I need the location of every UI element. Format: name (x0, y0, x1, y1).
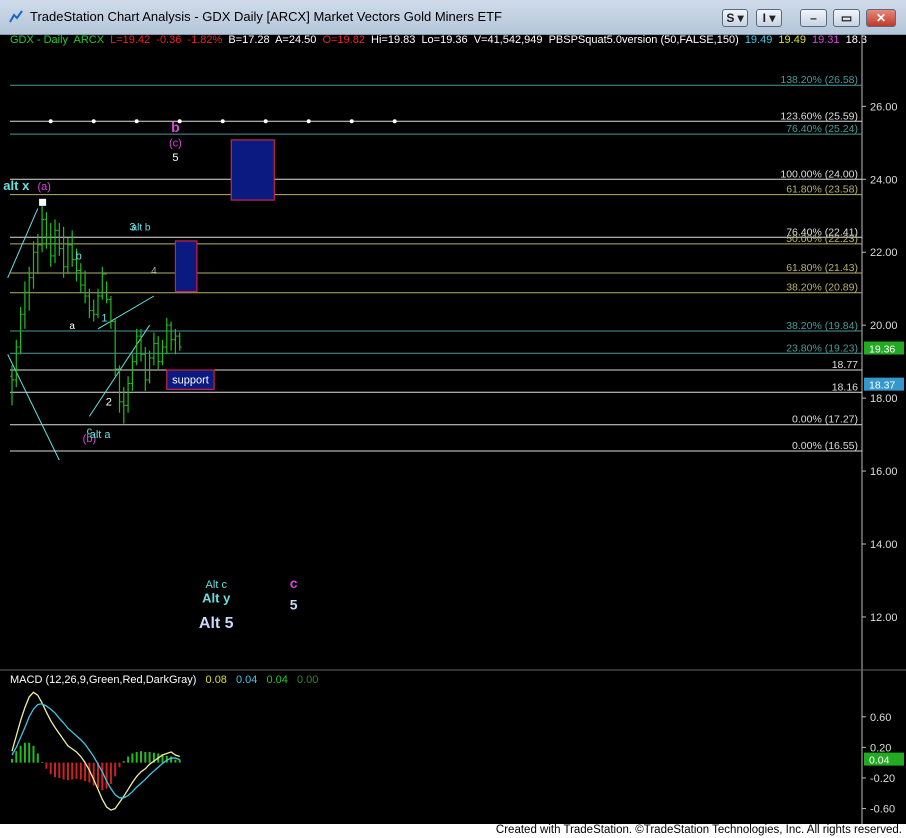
wave-label: 2 (106, 396, 112, 408)
fib-level-label: 50.00% (22.23) (786, 233, 858, 245)
fib-level-label: 38.20% (20.89) (786, 282, 858, 294)
wave-label: 1 (101, 313, 107, 325)
price-bar (10, 365, 14, 406)
fib-level-label: 100.00% (24.00) (780, 168, 858, 180)
dotted-line-dot (349, 119, 354, 124)
price-bar (151, 332, 156, 366)
fib-level-label: 0.00% (17.27) (792, 414, 858, 426)
dotted-line-dot (48, 119, 53, 124)
wave-label: alt x (3, 178, 30, 193)
fib-level-label: 23.80% (19.23) (786, 342, 858, 354)
price-bar (104, 273, 109, 304)
y-tick-label: 16.00 (870, 466, 898, 478)
macd-price-marker-label: 0.04 (869, 755, 890, 767)
wave-label: a (69, 321, 75, 332)
price-bar (113, 317, 118, 377)
wave-label: Alt c (206, 579, 228, 591)
price-chart[interactable]: 138.20% (26.58) 123.60% (25.59)76.40% (25… (0, 0, 906, 838)
price-bar (164, 317, 169, 355)
y-tick-label: 20.00 (870, 320, 898, 332)
dotted-line-dot (306, 119, 311, 124)
macd-legend-v1: 0.08 (205, 674, 227, 686)
y-tick-label: 14.00 (870, 539, 898, 551)
macd-y-tick-label: -0.20 (870, 773, 895, 785)
price-bar (53, 219, 57, 264)
macd-legend-v4: 0.00 (296, 674, 319, 686)
price-bar (14, 339, 19, 388)
price-bar (61, 226, 66, 278)
y-tick-label: 22.00 (870, 247, 898, 259)
wave-label: 5 (290, 597, 298, 613)
y-tick-label: 12.00 (870, 612, 898, 624)
price-bar (91, 299, 96, 322)
price-bar (48, 223, 53, 267)
macd-legend: MACD (12,26,9,Green,Red,DarkGray) 0.08 0… (10, 674, 318, 686)
fib-level-label: 123.60% (25.59) (780, 110, 858, 122)
price-bar (126, 376, 131, 413)
price-bar (130, 354, 135, 391)
swing-high-marker (39, 198, 47, 206)
wave-label: (c) (169, 137, 182, 149)
price-bar (173, 328, 178, 355)
footer: Created with TradeStation. ©TradeStation… (0, 824, 906, 838)
price-bar (108, 296, 113, 329)
wave-label: 5 (172, 152, 178, 164)
y-tick-label: 24.00 (870, 174, 898, 186)
wave-label: c (290, 575, 298, 591)
wave-label: b (76, 251, 82, 263)
y-tick-label: 18.00 (870, 393, 898, 405)
price-bar (65, 237, 70, 275)
fib-level-label: 138.20% (26.58) (780, 74, 858, 86)
price-bar (22, 281, 27, 329)
price-bar (100, 266, 105, 300)
macd-y-tick-label: 0.20 (870, 742, 891, 754)
wave-label: Alt 5 (199, 615, 234, 632)
fib-level-label: 18.16 (832, 381, 858, 393)
dotted-line-dot (220, 119, 225, 124)
price-bar (160, 339, 165, 366)
price-bar (139, 328, 143, 362)
target-c-box (230, 139, 275, 201)
wave-label: alt a (90, 429, 112, 441)
price-bar (70, 230, 75, 267)
price-marker-label: 18.37 (869, 380, 895, 392)
price-bar (177, 332, 182, 351)
wave-label: b (171, 119, 180, 135)
price-bar (40, 204, 45, 253)
fib-level-label: 18.77 (832, 359, 858, 371)
price-bar (147, 350, 152, 384)
wave-label: alt b (132, 222, 151, 233)
dotted-line-dot (392, 119, 397, 124)
macd-legend-v3: 0.04 (266, 674, 288, 686)
support-box-label: support (172, 375, 209, 387)
macd-y-tick-label: 0.60 (870, 712, 891, 724)
price-bar (44, 212, 49, 249)
wave-label: Alt y (202, 590, 231, 605)
price-bar (35, 234, 40, 275)
dotted-line-dot (91, 119, 96, 124)
footer-copyright: Created with TradeStation. ©TradeStation… (495, 824, 902, 836)
wave-label: 4 (151, 266, 157, 277)
macd-line (11, 691, 180, 811)
fib-level-label: 38.20% (19.84) (786, 320, 858, 332)
macd-y-tick-label: -0.60 (870, 804, 895, 816)
price-marker-label: 19.36 (869, 344, 895, 356)
fib-level-label: 61.80% (23.58) (786, 184, 858, 196)
wave-label: (a) (38, 181, 51, 193)
macd-legend-name: MACD (12,26,9,Green,Red,DarkGray) (10, 674, 197, 686)
y-tick-label: 26.00 (870, 101, 898, 113)
macd-legend-v2: 0.04 (236, 674, 258, 686)
price-bar (156, 336, 161, 369)
dotted-line-dot (263, 119, 268, 124)
price-bar (83, 270, 88, 304)
price-bar (31, 241, 36, 289)
fib-level-label: 0.00% (16.55) (792, 440, 858, 452)
price-bar (169, 321, 174, 351)
price-bar (78, 263, 83, 293)
fib-level-label: 76.40% (25.24) (786, 123, 858, 135)
fib-level-label: 61.80% (21.43) (786, 262, 858, 274)
dotted-line-dot (134, 119, 139, 124)
price-bar (57, 223, 62, 256)
alt-b-box (174, 240, 198, 293)
